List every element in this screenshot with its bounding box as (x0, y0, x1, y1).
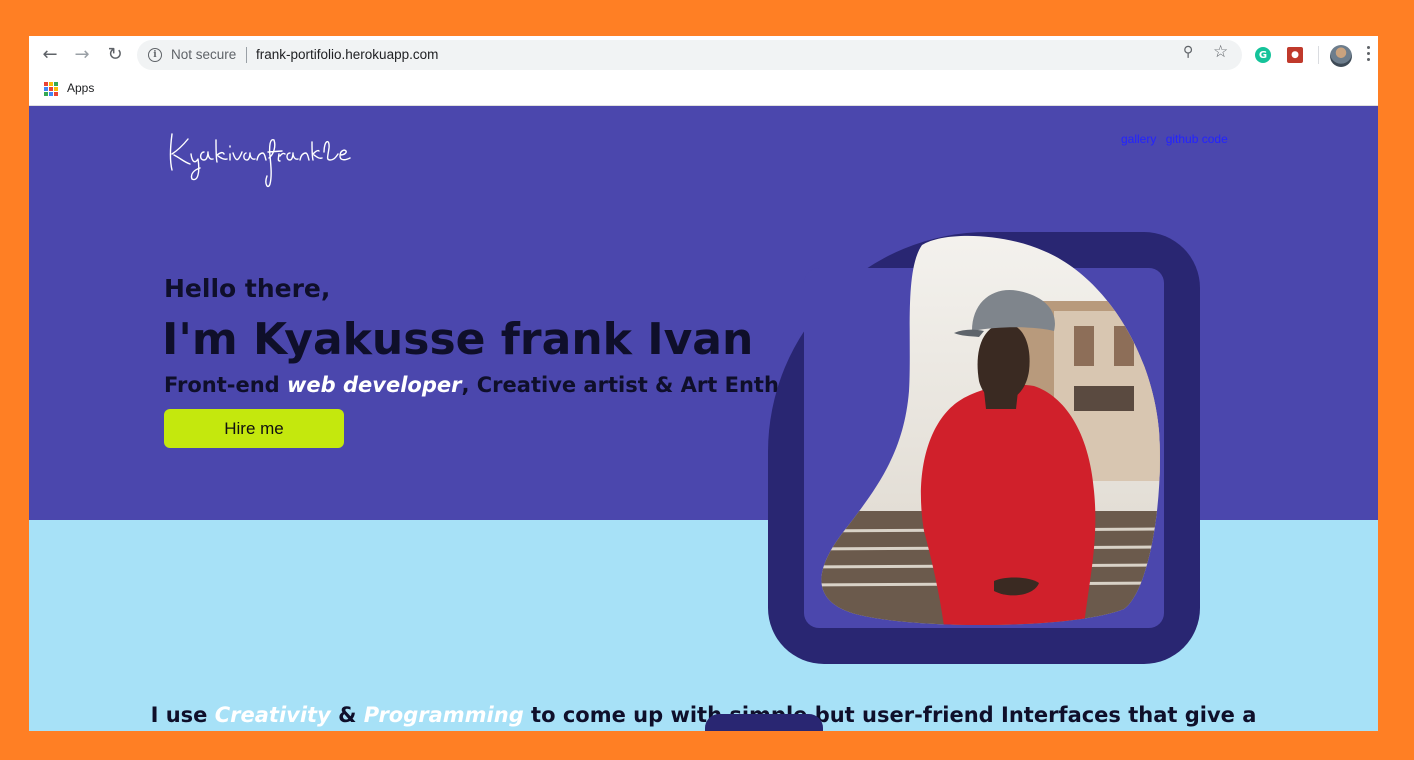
reload-icon[interactable]: ↻ (103, 44, 127, 66)
tagline-highlight: web developer (287, 373, 462, 397)
intro-text-1: I use (150, 703, 215, 727)
hero-tagline: Front-end web developer, Creative artist… (164, 373, 850, 397)
profile-avatar[interactable] (1330, 45, 1352, 67)
scroll-to-top-tab[interactable] (705, 714, 823, 731)
back-icon[interactable]: ← (38, 44, 62, 66)
url-text[interactable]: frank-portifolio.herokuapp.com (256, 47, 438, 62)
star-icon[interactable]: ☆ (1213, 42, 1228, 62)
browser-window: ← → ↻ i Not secure frank-portifolio.hero… (29, 36, 1378, 731)
bookmarks-bar: Apps (29, 74, 1378, 106)
apps-bookmark[interactable]: Apps (67, 81, 94, 95)
portrait-photo (821, 235, 1160, 626)
page-content: gallery github code Hello there, I'm Kya… (29, 106, 1378, 731)
intro-text-2: & (330, 703, 364, 727)
hero-greeting: Hello there, (164, 274, 331, 303)
info-icon[interactable]: i (148, 48, 162, 62)
apps-icon[interactable] (44, 82, 58, 96)
toolbar-divider (1318, 46, 1319, 64)
menu-icon[interactable] (1367, 46, 1371, 64)
grammarly-icon[interactable]: G (1255, 47, 1271, 63)
hero-name: I'm Kyakusse frank Ivan (162, 314, 754, 365)
intro-text: I use Creativity & Programming to come u… (29, 703, 1378, 727)
nav-link-gallery[interactable]: gallery (1121, 132, 1156, 146)
nav-link-github[interactable]: github code (1166, 132, 1228, 146)
signature-logo[interactable] (164, 124, 364, 194)
tagline-text-1: Front-end (164, 373, 288, 397)
hire-me-button[interactable]: Hire me (164, 409, 344, 448)
forward-icon[interactable]: → (70, 44, 94, 66)
address-divider (246, 47, 247, 63)
browser-toolbar: ← → ↻ i Not secure frank-portifolio.hero… (29, 36, 1378, 74)
extension-icon[interactable]: ● (1287, 47, 1303, 63)
address-bar[interactable]: i Not secure frank-portifolio.herokuapp.… (137, 40, 1242, 70)
top-nav: gallery github code (1121, 132, 1234, 146)
intro-highlight-creativity: Creativity (214, 703, 331, 727)
intro-text-3: to come up with simple but user-friend I… (523, 703, 1257, 727)
intro-highlight-programming: Programming (363, 703, 524, 727)
zoom-icon[interactable]: ⚲ (1183, 44, 1193, 60)
security-label[interactable]: Not secure (171, 47, 236, 62)
